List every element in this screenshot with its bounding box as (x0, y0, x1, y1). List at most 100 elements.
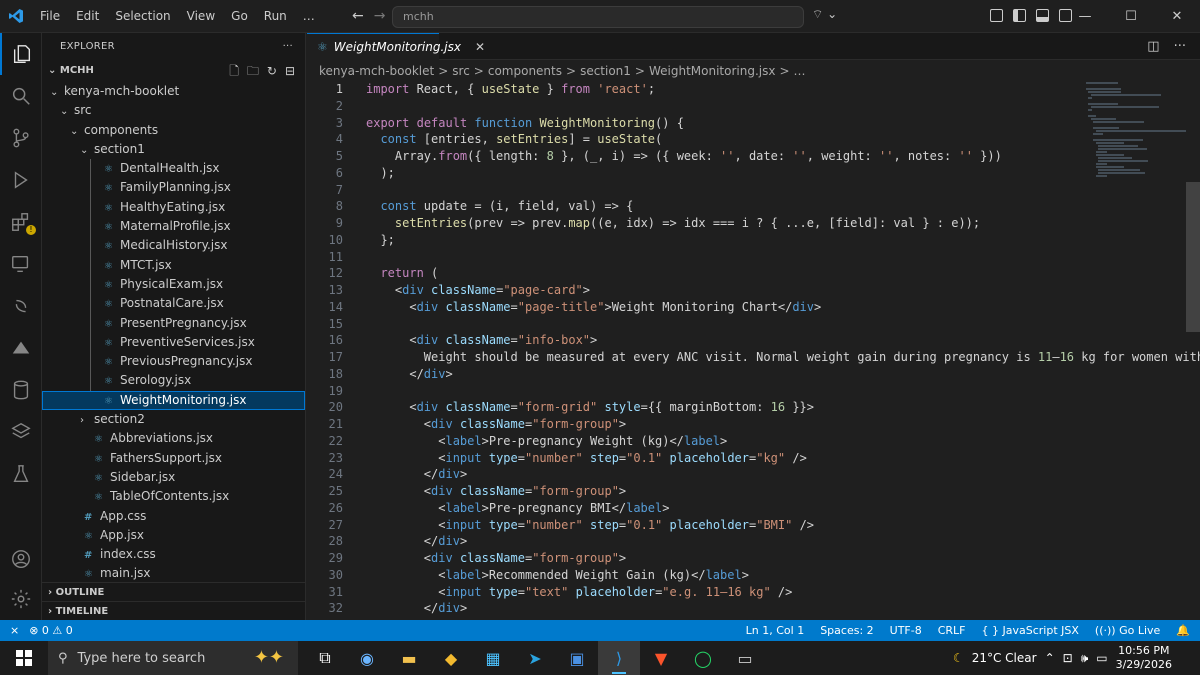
refresh-icon[interactable]: ↻ (267, 60, 277, 82)
tree-file[interactable]: ⚛ Serology.jsx (42, 371, 305, 390)
tree-file[interactable]: ⚛ MaternalProfile.jsx (42, 217, 305, 236)
tree-file[interactable]: ⚛ FathersSupport.jsx (42, 449, 305, 468)
code-line[interactable]: </div> (366, 601, 467, 615)
tree-file[interactable]: ⚛ DentalHealth.jsx (42, 159, 305, 178)
tree-folder[interactable]: ⌄ components (42, 121, 305, 140)
new-file-icon[interactable]: 🗋 (229, 60, 239, 82)
tree-file[interactable]: ⚛ main.jsx (42, 564, 305, 583)
minimize-icon[interactable]: — (1062, 0, 1108, 33)
tree-file[interactable]: ⚛ PreviousPregnancy.jsx (42, 352, 305, 371)
code-editor[interactable]: 1 import React, { useState } from 'react'… (307, 82, 1200, 620)
toggle-primary-sidebar-icon[interactable] (1013, 9, 1026, 22)
brave-icon[interactable]: ▼ (640, 641, 682, 675)
code-line[interactable]: <label>Pre-pregnancy BMI</label> (366, 501, 669, 515)
file-explorer-icon[interactable]: ▬ (388, 641, 430, 675)
code-line[interactable]: <div className="form-group"> (366, 417, 626, 431)
photos-icon[interactable]: ▣ (556, 641, 598, 675)
remote-indicator-icon[interactable]: ⨯ (10, 624, 19, 637)
maximize-icon[interactable]: ☐ (1108, 0, 1154, 33)
tree-file[interactable]: ⚛ TableOfContents.jsx (42, 487, 305, 506)
close-tab-icon[interactable]: ✕ (475, 40, 485, 54)
problems-indicator[interactable]: ⊗ 0 ⚠ 0 (29, 624, 73, 637)
code-line[interactable]: }; (366, 233, 394, 247)
code-line[interactable]: </div> (366, 467, 467, 481)
code-line[interactable]: export default function WeightMonitoring… (366, 116, 684, 130)
menu-item-more[interactable]: … (295, 0, 323, 33)
breadcrumb-item[interactable]: components (488, 64, 562, 78)
menu-item-edit[interactable]: Edit (68, 0, 107, 33)
collapse-all-icon[interactable]: ⊟ (285, 60, 295, 82)
code-line[interactable]: import React, { useState } from 'react'; (366, 82, 655, 96)
code-line[interactable]: </div> (366, 367, 452, 381)
tree-file[interactable]: ⚛ PreventiveServices.jsx (42, 333, 305, 352)
telegram-icon[interactable]: ➤ (514, 641, 556, 675)
terminal-icon[interactable]: ▭ (724, 641, 766, 675)
code-line[interactable]: <div className="page-title">Weight Monit… (366, 300, 821, 314)
end-of-line[interactable]: CRLF (938, 624, 966, 637)
code-line[interactable]: Weight should be measured at every ANC v… (366, 350, 1200, 364)
settings-gear-icon[interactable] (0, 578, 42, 620)
back-arrow-icon[interactable]: ← (352, 8, 364, 24)
network-icon[interactable]: ⊡ (1063, 651, 1073, 665)
copilot-icon[interactable]: ⌔ ⌄ (812, 7, 837, 22)
toggle-panel-icon[interactable] (1036, 9, 1049, 22)
code-line[interactable]: ); (366, 166, 394, 180)
run-debug-icon[interactable] (0, 159, 42, 201)
customize-layout-icon[interactable] (990, 9, 1003, 22)
weather-text[interactable]: 21°C Clear (972, 651, 1037, 665)
encoding[interactable]: UTF-8 (890, 624, 922, 637)
tree-file[interactable]: ⚛ PresentPregnancy.jsx (42, 314, 305, 333)
tree-file[interactable]: ⚛ FamilyPlanning.jsx (42, 178, 305, 197)
menu-item-view[interactable]: View (179, 0, 223, 33)
search-icon[interactable] (0, 75, 42, 117)
copilot-app-icon[interactable]: ◉ (346, 641, 388, 675)
tree-file[interactable]: # index.css (42, 545, 305, 564)
testing-icon[interactable] (0, 453, 42, 495)
tree-file[interactable]: ⚛ Sidebar.jsx (42, 468, 305, 487)
task-view-icon[interactable]: ⧉ (304, 641, 346, 675)
tree-file[interactable]: ⚛ MedicalHistory.jsx (42, 236, 305, 255)
accounts-icon[interactable] (0, 538, 42, 580)
code-line[interactable]: <div className="form-grid" style={{ marg… (366, 400, 814, 414)
code-line[interactable]: return ( (366, 266, 438, 280)
tree-file[interactable]: ⚛ WeightMonitoring.jsx (42, 390, 305, 411)
notifications-bell-icon[interactable]: 🔔 (1176, 624, 1190, 637)
close-icon[interactable]: ✕ (1154, 0, 1200, 33)
more-actions-icon[interactable]: ··· (1174, 39, 1186, 54)
tree-file[interactable]: # App.css (42, 507, 305, 526)
code-line[interactable]: Array.from({ length: 8 }, (_, i) => ({ w… (366, 149, 1002, 163)
scrollbar-thumb[interactable] (1186, 182, 1200, 332)
live-share-icon[interactable] (0, 285, 42, 327)
tab-weightmonitoring[interactable]: ⚛ WeightMonitoring.jsx ✕ (307, 32, 485, 60)
tree-file[interactable]: ⚛ HealthyEating.jsx (42, 198, 305, 217)
tree-file[interactable]: ⚛ Abbreviations.jsx (42, 429, 305, 448)
go-live-button[interactable]: ((·)) Go Live (1095, 624, 1160, 637)
code-line[interactable]: <div className="info-box"> (366, 333, 597, 347)
weather-icon[interactable]: ☾ (953, 651, 964, 665)
explorer-more-icon[interactable]: ··· (283, 33, 293, 60)
tree-file[interactable]: ⚛ PhysicalExam.jsx (42, 275, 305, 294)
outline-section[interactable]: › OUTLINE (42, 582, 306, 601)
new-folder-icon[interactable]: 🗀 (247, 60, 259, 82)
tree-folder[interactable]: ⌄ kenya-mch-booklet (42, 82, 305, 101)
breadcrumb-item[interactable]: WeightMonitoring.jsx (649, 64, 775, 78)
taskbar-search[interactable]: ⚲ Type here to search ✦✦ (48, 641, 298, 675)
clock[interactable]: 10:56 PM 3/29/2026 (1116, 644, 1172, 672)
tree-file[interactable]: ⚛ MTCT.jsx (42, 256, 305, 275)
code-line[interactable]: const [entries, setEntries] = useState( (366, 132, 662, 146)
code-line[interactable]: const update = (i, field, val) => { (366, 199, 633, 213)
code-line[interactable]: <div className="form-group"> (366, 484, 626, 498)
code-line[interactable]: <label>Recommended Weight Gain (kg)</lab… (366, 568, 749, 582)
extensions-icon[interactable]: ! (0, 201, 42, 243)
code-line[interactable]: <div className="page-card"> (366, 283, 590, 297)
code-line[interactable]: <input type="number" step="0.1" placehol… (366, 518, 814, 532)
tree-folder[interactable]: › section2 (42, 410, 305, 429)
layers-icon[interactable] (0, 411, 42, 453)
menu-item-file[interactable]: File (32, 0, 68, 33)
binance-icon[interactable]: ◆ (430, 641, 472, 675)
tree-file[interactable]: ⚛ PostnatalCare.jsx (42, 294, 305, 313)
tree-file[interactable]: ⚛ App.jsx (42, 526, 305, 545)
remote-explorer-icon[interactable] (0, 243, 42, 285)
code-line[interactable]: <div className="form-group"> (366, 551, 626, 565)
tree-folder[interactable]: ⌄ section1 (42, 140, 305, 159)
